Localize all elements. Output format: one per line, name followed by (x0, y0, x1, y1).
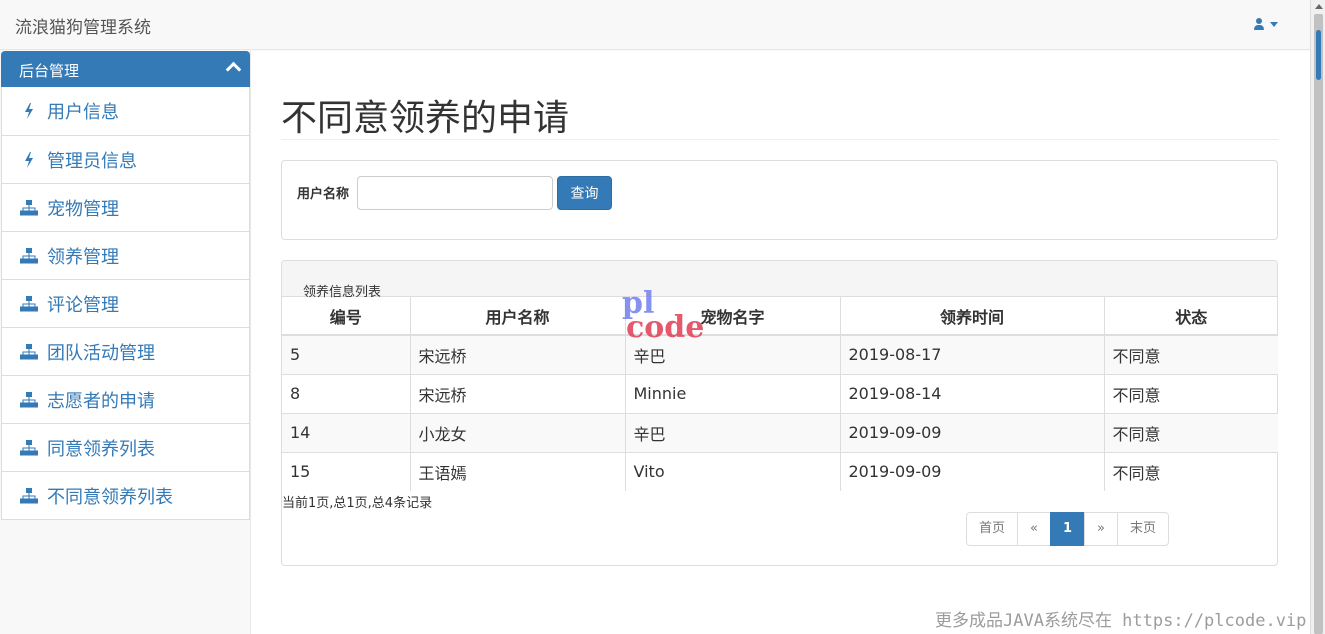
cell-id: 14 (282, 412, 411, 452)
caret-down-icon (1270, 21, 1278, 27)
vertical-scrollbar[interactable] (1310, 0, 1325, 634)
sidebar-item-admin-info[interactable]: 管理员信息 (2, 135, 249, 183)
sidebar-item-label: 志愿者的申请 (47, 390, 155, 412)
cell-adoption-time: 2019-09-09 (840, 451, 1105, 491)
current-page-link[interactable]: 1 (1049, 512, 1086, 546)
top-navbar: 流浪猫狗管理系统 (0, 0, 1310, 50)
next-page-link[interactable]: » (1084, 512, 1118, 546)
adoption-table: 编号 用户名称 宠物名字 领养时间 状态 5 宋远桥 辛巴 2019-08-17… (282, 297, 1278, 491)
cell-pet-name: Vito (625, 451, 841, 491)
cell-status: 不同意 (1104, 451, 1278, 491)
sitemap-icon (19, 487, 39, 505)
sidebar-item-adoption-management[interactable]: 领养管理 (2, 231, 249, 279)
username-search-input[interactable] (357, 176, 553, 210)
bolt-icon (19, 102, 39, 120)
table-row[interactable]: 8 宋远桥 Minnie 2019-08-14 不同意 (282, 373, 1278, 413)
cell-adoption-time: 2019-08-14 (840, 373, 1105, 413)
table-row[interactable]: 5 宋远桥 辛巴 2019-08-17 不同意 (282, 334, 1278, 374)
user-icon (1252, 17, 1266, 31)
sidebar-item-label: 管理员信息 (47, 150, 137, 172)
cell-username: 小龙女 (410, 412, 626, 452)
bolt-icon (19, 151, 39, 169)
cell-username: 宋远桥 (410, 373, 626, 413)
scrollbar-indicator (1316, 30, 1321, 80)
sidebar-item-user-info[interactable]: 用户信息 (2, 87, 249, 135)
sidebar-item-label: 用户信息 (47, 102, 119, 123)
cell-username: 王语嫣 (410, 451, 626, 491)
pagination-summary: 当前1页,总1页,总4条记录 (282, 496, 433, 511)
sidebar-heading-label: 后台管理 (19, 62, 80, 80)
sitemap-icon (19, 439, 39, 457)
sitemap-icon (19, 391, 39, 409)
sidebar-item-volunteer-applications[interactable]: 志愿者的申请 (2, 375, 249, 423)
scrollbar-thumb[interactable] (1314, 14, 1323, 634)
table-row[interactable]: 15 王语嫣 Vito 2019-09-09 不同意 (282, 451, 1278, 491)
column-header-status[interactable]: 状态 (1104, 297, 1278, 336)
sitemap-icon (19, 343, 39, 361)
sidebar-item-comment-management[interactable]: 评论管理 (2, 279, 249, 327)
cell-pet-name: Minnie (625, 373, 841, 413)
last-page-link[interactable]: 末页 (1117, 512, 1170, 546)
watermark-footer-text: 更多成品JAVA系统尽在 https://plcode.vip (935, 611, 1307, 631)
table-row[interactable]: 14 小龙女 辛巴 2019-09-09 不同意 (282, 412, 1278, 452)
title-divider (281, 139, 1278, 140)
adoption-list-panel: 领养信息列表 编号 用户名称 宠物名字 领养时间 状态 5 宋远桥 辛巴 201… (281, 260, 1278, 566)
sitemap-icon (19, 247, 39, 265)
sidebar-item-rejected-adoptions[interactable]: 不同意领养列表 (2, 471, 249, 519)
cell-status: 不同意 (1104, 373, 1278, 413)
watermark-logo: pl code (622, 289, 705, 345)
pagination: 首页 « 1 » 末页 (966, 512, 1170, 546)
watermark-logo-bottom: code (626, 310, 705, 345)
scroll-up-arrow-icon[interactable] (1315, 4, 1323, 9)
column-header-id[interactable]: 编号 (282, 297, 411, 336)
sidebar-item-label: 评论管理 (47, 294, 119, 316)
sidebar-item-label: 宠物管理 (47, 198, 119, 220)
search-label: 用户名称 (297, 187, 350, 202)
sidebar: 后台管理 用户信息 管理员信息 宠物管理 领养管理 评论管理 团队活动管理 志愿… (0, 51, 251, 634)
sidebar-item-team-activity[interactable]: 团队活动管理 (2, 327, 249, 375)
user-menu-toggle[interactable] (1252, 17, 1278, 31)
cell-id: 5 (282, 334, 411, 374)
cell-status: 不同意 (1104, 412, 1278, 452)
search-panel: 用户名称 查询 (281, 160, 1278, 240)
sidebar-panel-heading[interactable]: 后台管理 (1, 51, 250, 87)
first-page-link[interactable]: 首页 (966, 512, 1019, 546)
sidebar-item-label: 同意领养列表 (47, 438, 155, 460)
cell-username: 宋远桥 (410, 334, 626, 374)
sidebar-item-label: 团队活动管理 (47, 342, 155, 364)
table-header-row: 编号 用户名称 宠物名字 领养时间 状态 (282, 297, 1278, 336)
list-title: 领养信息列表 (303, 285, 382, 300)
sidebar-item-label: 不同意领养列表 (47, 486, 173, 508)
sitemap-icon (19, 295, 39, 313)
main-content: 不同意领养的申请 用户名称 查询 领养信息列表 编号 用户名称 宠物名字 领养时… (251, 51, 1310, 634)
list-panel-heading: 领养信息列表 (282, 261, 1277, 300)
sitemap-icon (19, 199, 39, 217)
column-header-adoption-time[interactable]: 领养时间 (840, 297, 1105, 336)
cell-pet-name: 辛巴 (625, 412, 841, 452)
chevron-up-icon[interactable] (225, 61, 242, 78)
cell-status: 不同意 (1104, 334, 1278, 374)
cell-id: 15 (282, 451, 411, 491)
previous-page-link[interactable]: « (1017, 512, 1051, 546)
cell-adoption-time: 2019-09-09 (840, 412, 1105, 452)
app-brand[interactable]: 流浪猫狗管理系统 (15, 13, 151, 38)
column-header-username[interactable]: 用户名称 (410, 297, 626, 336)
sidebar-item-label: 领养管理 (47, 246, 119, 268)
search-button[interactable]: 查询 (557, 176, 612, 210)
cell-id: 8 (282, 373, 411, 413)
sidebar-menu: 用户信息 管理员信息 宠物管理 领养管理 评论管理 团队活动管理 志愿者的申请 (1, 87, 250, 520)
sidebar-item-pet-management[interactable]: 宠物管理 (2, 183, 249, 231)
page-title: 不同意领养的申请 (281, 98, 570, 139)
sidebar-item-approved-adoptions[interactable]: 同意领养列表 (2, 423, 249, 471)
cell-adoption-time: 2019-08-17 (840, 334, 1105, 374)
